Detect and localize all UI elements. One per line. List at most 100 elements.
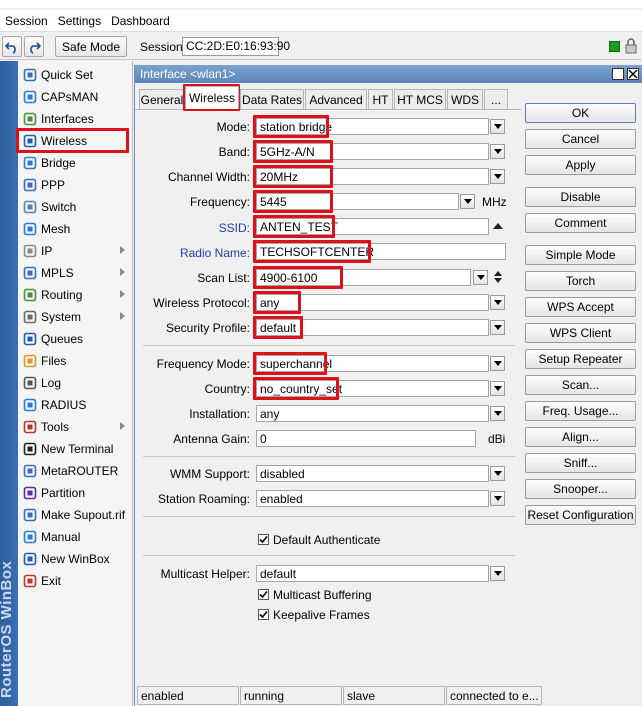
wireless-protocol-dropdown-icon[interactable] — [490, 295, 505, 310]
safe-mode-button[interactable]: Safe Mode — [55, 36, 127, 57]
frequency-mode-label: Frequency Mode: — [156, 357, 250, 371]
torch-button[interactable]: Torch — [525, 271, 636, 291]
tab-wireless[interactable]: Wireless — [185, 86, 239, 109]
wps-accept-button[interactable]: WPS Accept — [525, 297, 636, 317]
sidebar-item-tools[interactable]: Tools — [18, 416, 133, 438]
tab-more[interactable]: ... — [484, 89, 508, 109]
toolbar: Safe Mode Session: CC:2D:E0:16:93:90 — [0, 33, 642, 60]
setup-repeater-button[interactable]: Setup Repeater — [525, 349, 636, 369]
sidebar-item-manual[interactable]: Manual — [18, 526, 133, 548]
section-divider — [143, 345, 515, 346]
tab-general[interactable]: General — [139, 89, 185, 109]
wmm-support-label: WMM Support: — [169, 467, 250, 481]
sidebar-item-label: Make Supout.rif — [41, 508, 126, 522]
submenu-arrow-icon — [120, 290, 125, 298]
sidebar-item-partition[interactable]: Partition — [18, 482, 133, 504]
sidebar-item-files[interactable]: Files — [18, 350, 133, 372]
frequency-mode-dropdown-icon[interactable] — [490, 356, 505, 371]
wps-client-button[interactable]: WPS Client — [525, 323, 636, 343]
sidebar-item-queues[interactable]: Queues — [18, 328, 133, 350]
window-close-button[interactable] — [627, 68, 639, 80]
sidebar-item-exit[interactable]: Exit — [18, 570, 133, 592]
sidebar-item-ip[interactable]: IP — [18, 240, 133, 262]
country-dropdown-icon[interactable] — [490, 381, 505, 396]
highlight-frequency-mode — [253, 352, 327, 375]
station-roaming-select[interactable]: enabled — [256, 490, 489, 507]
installation-dropdown-icon[interactable] — [490, 406, 505, 421]
sniff-button[interactable]: Sniff... — [525, 453, 636, 473]
brand-text: RouterOS WinBox — [0, 560, 15, 698]
undo-button[interactable] — [2, 36, 22, 57]
redo-button[interactable] — [24, 36, 44, 57]
routing-icon — [22, 287, 38, 303]
scan-list-dropdown-icon[interactable] — [473, 270, 488, 285]
reset-configuration-button[interactable]: Reset Configuration — [525, 505, 636, 525]
frequency-dropdown-icon[interactable] — [460, 194, 475, 209]
tab-ht[interactable]: HT — [368, 89, 393, 109]
window-restore-button[interactable] — [612, 68, 624, 80]
cancel-button[interactable]: Cancel — [525, 129, 636, 149]
station-roaming-dropdown-icon[interactable] — [490, 491, 505, 506]
status-slave: slave — [343, 686, 445, 705]
sidebar-item-new-terminal[interactable]: New Terminal — [18, 438, 133, 460]
redo-icon — [30, 41, 41, 54]
submenu-arrow-icon — [120, 312, 125, 320]
multicast-buffering-checkbox[interactable] — [258, 589, 269, 600]
sidebar-item-new-winbox[interactable]: New WinBox — [18, 548, 133, 570]
channel-width-dropdown-icon[interactable] — [490, 169, 505, 184]
sidebar-item-ppp[interactable]: PPP — [18, 174, 133, 196]
sidebar-item-quick-set[interactable]: Quick Set — [18, 64, 133, 86]
freq-usage-button[interactable]: Freq. Usage... — [525, 401, 636, 421]
radio-name-label: Radio Name: — [179, 246, 250, 260]
sidebar-item-metarouter[interactable]: MetaROUTER — [18, 460, 133, 482]
multicast-helper-select[interactable]: default — [256, 565, 489, 582]
antenna-gain-unit: dBi — [488, 432, 506, 446]
highlight-ssid — [253, 215, 335, 238]
sidebar-item-interfaces[interactable]: Interfaces — [18, 108, 133, 130]
tab-wds[interactable]: WDS — [447, 89, 483, 109]
menu-settings[interactable]: Settings — [53, 10, 106, 32]
station-roaming-label: Station Roaming: — [157, 492, 250, 506]
wmm-support-dropdown-icon[interactable] — [490, 466, 505, 481]
mode-dropdown-icon[interactable] — [490, 119, 505, 134]
tab-advanced[interactable]: Advanced — [305, 89, 367, 109]
sidebar-item-switch[interactable]: Switch — [18, 196, 133, 218]
sidebar-item-system[interactable]: System — [18, 306, 133, 328]
ssid-collapse-icon[interactable] — [493, 223, 503, 229]
checkmark-icon — [259, 590, 268, 599]
menu-dashboard[interactable]: Dashboard — [106, 10, 175, 32]
tab-ht-mcs[interactable]: HT MCS — [394, 89, 446, 109]
multicast-helper-dropdown-icon[interactable] — [490, 566, 505, 581]
ok-button[interactable]: OK — [525, 103, 636, 123]
sidebar-item-bridge[interactable]: Bridge — [18, 152, 133, 174]
log-icon — [22, 375, 38, 391]
sidebar-item-mpls[interactable]: MPLS — [18, 262, 133, 284]
sidebar-item-log[interactable]: Log — [18, 372, 133, 394]
wmm-support-select[interactable]: disabled — [256, 465, 489, 482]
disable-button[interactable]: Disable — [525, 187, 636, 207]
sidebar-item-mesh[interactable]: Mesh — [18, 218, 133, 240]
installation-select[interactable]: any — [256, 405, 489, 422]
security-profile-dropdown-icon[interactable] — [490, 320, 505, 335]
simple-mode-button[interactable]: Simple Mode — [525, 245, 636, 265]
scan-list-updown-icon[interactable] — [493, 270, 503, 284]
align-button[interactable]: Align... — [525, 427, 636, 447]
band-dropdown-icon[interactable] — [490, 144, 505, 159]
comment-button[interactable]: Comment — [525, 213, 636, 233]
antenna-gain-input[interactable]: 0 — [256, 430, 476, 447]
sidebar-item-capsman[interactable]: CAPsMAN — [18, 86, 133, 108]
menu-session[interactable]: Session — [0, 10, 53, 32]
sidebar-item-label: IP — [41, 244, 53, 258]
scan-button[interactable]: Scan... — [525, 375, 636, 395]
keepalive-frames-checkbox[interactable] — [258, 609, 269, 620]
apply-button[interactable]: Apply — [525, 155, 636, 175]
sidebar-item-radius[interactable]: RADIUS — [18, 394, 133, 416]
sidebar-item-routing[interactable]: Routing — [18, 284, 133, 306]
snooper-button[interactable]: Snooper... — [525, 479, 636, 499]
highlight-sidebar-wireless — [16, 128, 129, 153]
sidebar-item-make-supout-rif[interactable]: Make Supout.rif — [18, 504, 133, 526]
tab-data-rates[interactable]: Data Rates — [240, 89, 304, 109]
default-authenticate-checkbox[interactable] — [258, 534, 269, 545]
default-authenticate-label: Default Authenticate — [273, 533, 381, 547]
session-field[interactable]: CC:2D:E0:16:93:90 — [182, 37, 290, 56]
